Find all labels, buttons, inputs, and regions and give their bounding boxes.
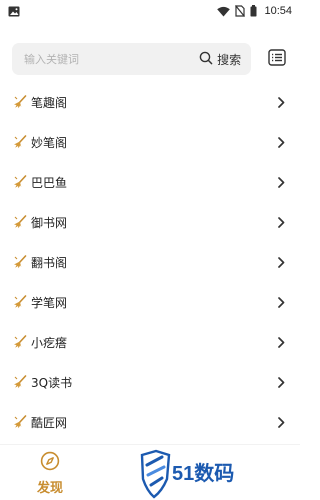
no-sim-icon [235, 2, 246, 21]
nav-discover[interactable]: 发现 [28, 451, 72, 496]
nav-discover-label: 发现 [36, 481, 63, 496]
compass-icon [40, 451, 60, 475]
source-name: 妙笔阁 [31, 135, 68, 150]
chevron-right-icon [276, 176, 286, 188]
status-time: 10:54 [264, 5, 292, 17]
broom-icon [12, 294, 28, 310]
chevron-right-icon [276, 216, 286, 228]
list-item[interactable]: 御书网 [0, 202, 300, 242]
search-row: 输入关键词 搜索 [12, 42, 288, 76]
search-icon [199, 50, 213, 69]
source-name: 3Q读书 [31, 375, 73, 390]
list-item[interactable]: 学笔网 [0, 282, 300, 322]
source-list: 笔趣阁 妙笔阁 巴巴鱼 御书网 翻书阁 学笔网 小疙瘩 3Q读书 酷匠网 [0, 82, 300, 442]
source-name: 巴巴鱼 [31, 175, 68, 190]
list-item[interactable]: 小疙瘩 [0, 322, 300, 362]
chevron-right-icon [276, 256, 286, 268]
list-item[interactable]: 妙笔阁 [0, 122, 300, 162]
wifi-icon [217, 2, 231, 21]
chevron-right-icon [276, 336, 286, 348]
list-item[interactable]: 酷匠网 [0, 402, 300, 442]
source-name: 翻书阁 [31, 255, 68, 270]
bottom-nav: 发现 51数码 [0, 444, 300, 500]
broom-icon [12, 94, 28, 110]
broom-icon [12, 334, 28, 350]
chevron-right-icon [276, 376, 286, 388]
list-item[interactable]: 翻书阁 [0, 242, 300, 282]
chevron-right-icon [276, 96, 286, 108]
list-item[interactable]: 3Q读书 [0, 362, 300, 402]
watermark: 51数码 [136, 445, 256, 500]
watermark-text: 51数码 [172, 463, 235, 485]
search-input[interactable]: 输入关键词 [24, 51, 199, 67]
broom-icon [12, 374, 28, 390]
source-name: 御书网 [31, 215, 68, 230]
source-list-menu-button[interactable] [266, 48, 288, 70]
chevron-right-icon [276, 296, 286, 308]
broom-icon [12, 214, 28, 230]
broom-icon [12, 254, 28, 270]
broom-icon [12, 134, 28, 150]
status-bar: 10:54 [0, 0, 300, 22]
list-item[interactable]: 笔趣阁 [0, 82, 300, 122]
source-name: 学笔网 [31, 295, 68, 310]
search-box[interactable]: 输入关键词 搜索 [12, 43, 252, 75]
list-item[interactable]: 巴巴鱼 [0, 162, 300, 202]
chevron-right-icon [276, 416, 286, 428]
source-name: 酷匠网 [31, 415, 68, 430]
broom-icon [12, 174, 28, 190]
watermark-logo [136, 445, 174, 500]
list-menu-icon [268, 48, 286, 70]
broom-icon [12, 414, 28, 430]
search-button[interactable]: 搜索 [199, 50, 241, 69]
chevron-right-icon [276, 136, 286, 148]
image-icon [8, 2, 20, 21]
source-name: 小疙瘩 [31, 335, 68, 350]
source-name: 笔趣阁 [31, 95, 68, 110]
search-button-label: 搜索 [217, 52, 242, 67]
battery-icon [250, 2, 257, 21]
